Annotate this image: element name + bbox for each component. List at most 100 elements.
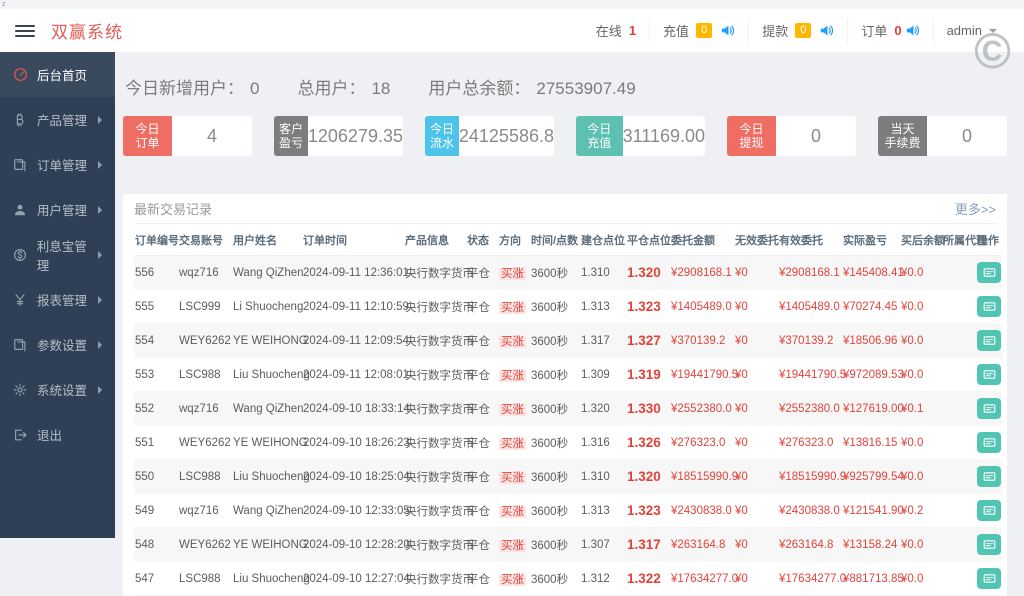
- detail-button[interactable]: [977, 262, 1001, 283]
- cell-status: 平仓: [466, 357, 498, 392]
- trade-row: 550 LSC988 Liu Shuocheng 2024-09-10 18:25:0…: [134, 459, 1002, 494]
- cell-name: YE WEIHONG: [232, 425, 308, 460]
- detail-button[interactable]: [977, 568, 1001, 589]
- recharge-label: 充值: [663, 24, 690, 39]
- column-header: 买后余额: [900, 224, 945, 256]
- column-header: 建仓点位: [580, 224, 626, 256]
- cell-valid: ¥2430838.0: [778, 493, 842, 528]
- withdraw-alert[interactable]: 提款 0: [748, 17, 847, 44]
- total-balance-stat: 用户总余额： 27553907.49: [428, 79, 636, 98]
- browser-artifact: z: [0, 0, 1024, 9]
- sidebar-item-home[interactable]: 后台首页: [0, 52, 115, 97]
- stat-card-value: 0: [776, 116, 856, 156]
- cell-balance: ¥0.0: [900, 289, 942, 324]
- cell-duration: 3600秒: [530, 493, 580, 528]
- system-icon: [13, 382, 29, 398]
- cell-action: [976, 289, 1002, 324]
- cell-valid: ¥19441790.5: [778, 357, 846, 392]
- cell-id: 550: [134, 459, 178, 494]
- cell-direction: 买涨: [498, 357, 530, 392]
- sidebar-item-users[interactable]: 用户管理: [0, 187, 115, 232]
- cell-amount: ¥370139.2: [670, 323, 734, 358]
- cell-open: 1.310: [580, 459, 626, 494]
- stat-card-label: 客户 盈亏: [274, 116, 308, 156]
- cell-close: 1.323: [626, 289, 670, 324]
- sidebar-item-orders[interactable]: 订单管理: [0, 142, 115, 187]
- direction-tag: 买涨: [499, 335, 526, 348]
- cell-invalid: ¥0: [734, 561, 778, 596]
- sidebar-item-system[interactable]: 系统设置: [0, 367, 115, 412]
- cell-amount: ¥18515990.9: [670, 459, 738, 494]
- cell-direction: 买涨: [498, 561, 530, 596]
- cell-amount: ¥1405489.0: [670, 289, 734, 324]
- cell-direction: 买涨: [498, 425, 530, 460]
- detail-button[interactable]: [977, 296, 1001, 317]
- detail-button[interactable]: [977, 330, 1001, 351]
- online-label: 在线: [595, 24, 622, 39]
- detail-button[interactable]: [977, 432, 1001, 453]
- recharge-alert[interactable]: 充值 0: [649, 17, 748, 44]
- cell-account: WEY6262: [178, 425, 232, 460]
- sidebar-nav: 后台首页 产品管理 订单管理 用户管理 利息宝管理 报表管理 参数设置 系统设置: [0, 52, 115, 457]
- detail-button[interactable]: [977, 364, 1001, 385]
- cell-close: 1.320: [626, 255, 670, 290]
- cell-duration: 3600秒: [530, 561, 580, 596]
- detail-button[interactable]: [977, 500, 1001, 521]
- menu-toggle-icon[interactable]: [15, 24, 35, 37]
- more-link[interactable]: 更多>>: [955, 199, 996, 218]
- cell-name: YE WEIHONG: [232, 527, 308, 562]
- cell-id: 555: [134, 289, 178, 324]
- cell-name: Liu Shuocheng: [232, 561, 310, 596]
- chevron-right-icon: [98, 340, 102, 349]
- chevron-down-icon: [989, 28, 997, 33]
- cell-direction: 买涨: [498, 323, 530, 358]
- cell-direction: 买涨: [498, 289, 530, 324]
- sidebar-item-products[interactable]: 产品管理: [0, 97, 115, 142]
- cell-action: [976, 561, 1002, 596]
- chevron-right-icon: [98, 295, 102, 304]
- cell-id: 556: [134, 255, 178, 290]
- cell-profit: ¥13158.24: [842, 527, 900, 562]
- cell-agent: [942, 425, 976, 460]
- sidebar-item-logout[interactable]: 退出: [0, 412, 115, 457]
- chevron-right-icon: [98, 250, 102, 259]
- summary-stats: 今日新增用户： 0 总用户： 18 用户总余额： 27553907.49: [125, 74, 1007, 99]
- sidebar-item-reports[interactable]: 报表管理: [0, 277, 115, 322]
- cell-open: 1.309: [580, 357, 626, 392]
- detail-button[interactable]: [977, 466, 1001, 487]
- sidebar-item-interest[interactable]: 利息宝管理: [0, 232, 115, 277]
- direction-tag: 买涨: [499, 471, 526, 484]
- order-alert[interactable]: 订单 0: [847, 17, 932, 44]
- direction-tag: 买涨: [499, 437, 526, 450]
- cell-invalid: ¥0: [734, 391, 778, 426]
- stat-card-customer_pnl: 客户 盈亏 1206279.35: [274, 116, 403, 156]
- cell-duration: 3600秒: [530, 357, 580, 392]
- column-header: 用户姓名: [232, 224, 302, 256]
- user-menu[interactable]: admin: [932, 17, 1010, 44]
- cell-invalid: ¥0: [734, 493, 778, 528]
- speaker-icon[interactable]: [819, 23, 834, 38]
- cell-product: 央行数字货币: [404, 289, 474, 324]
- cell-id: 547: [134, 561, 178, 596]
- stat-card-label: 今日 充值: [576, 116, 623, 156]
- cell-close: 1.319: [626, 357, 670, 392]
- cell-profit: ¥145408.41: [842, 255, 904, 290]
- speaker-icon[interactable]: [720, 23, 735, 38]
- cell-valid: ¥2552380.0: [778, 391, 842, 426]
- speaker-icon[interactable]: [905, 23, 920, 38]
- stat-card-today_orders: 今日 订单 4: [123, 116, 252, 156]
- topbar-right: 在线 1 充值 0 提款 0 订单 0 admin: [583, 9, 1010, 52]
- detail-button[interactable]: [977, 534, 1001, 555]
- cell-product: 央行数字货币: [404, 323, 474, 358]
- chevron-right-icon: [98, 205, 102, 214]
- detail-button[interactable]: [977, 398, 1001, 419]
- cell-invalid: ¥0: [734, 289, 778, 324]
- cell-open: 1.310: [580, 255, 626, 290]
- cell-status: 平仓: [466, 391, 498, 426]
- sidebar-item-params[interactable]: 参数设置: [0, 322, 115, 367]
- cell-close: 1.320: [626, 459, 670, 494]
- cell-profit: ¥18506.96: [842, 323, 900, 358]
- cell-valid: ¥370139.2: [778, 323, 842, 358]
- direction-tag: 买涨: [499, 301, 526, 314]
- cell-direction: 买涨: [498, 391, 530, 426]
